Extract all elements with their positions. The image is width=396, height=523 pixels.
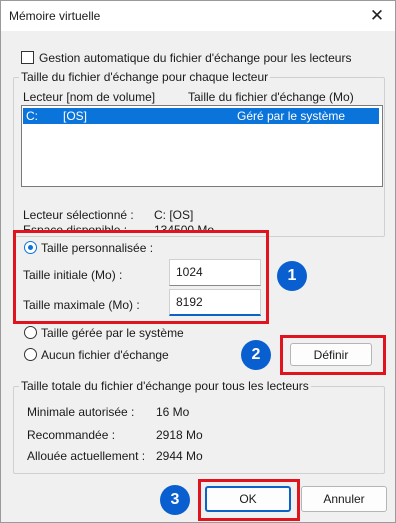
no-paging-file-radio[interactable] — [24, 348, 37, 361]
selected-drive-label: Lecteur sélectionné : — [23, 208, 134, 222]
close-button[interactable]: ✕ — [365, 4, 389, 28]
no-paging-file-label[interactable]: Aucun fichier d'échange — [41, 348, 169, 362]
step-badge-1: 1 — [277, 261, 307, 291]
step-badge-2: 2 — [241, 340, 271, 370]
column-header-drive: Lecteur [nom de volume] — [23, 90, 156, 104]
set-button[interactable]: Définir — [290, 343, 372, 366]
system-managed-radio[interactable] — [24, 326, 37, 339]
selected-drive-value: C: [OS] — [154, 208, 194, 222]
title-bar: Mémoire virtuelle ✕ — [1, 1, 395, 31]
allocated-value: 2944 Mo — [156, 449, 203, 463]
space-available-value-row: 134500 Mo — [154, 223, 224, 232]
drive-row-c[interactable]: C: [OS] Géré par le système — [23, 108, 379, 124]
max-size-label: Taille maximale (Mo) : — [23, 298, 140, 312]
recommended-label: Recommandée : — [27, 428, 116, 442]
max-size-input[interactable]: 8192 — [169, 289, 261, 316]
initial-size-value: 1024 — [176, 265, 203, 279]
recommended-value: 2918 Mo — [156, 428, 203, 442]
per-drive-group-title: Taille du fichier d'échange pour chaque … — [19, 70, 271, 84]
cancel-button-label: Annuler — [323, 492, 365, 506]
drive-volume: [OS] — [63, 109, 88, 123]
virtual-memory-dialog: Mémoire virtuelle ✕ Gestion automatique … — [0, 0, 396, 523]
drive-letter: C: — [26, 109, 38, 123]
drives-list[interactable]: C: [OS] Géré par le système — [21, 105, 383, 187]
initial-size-label: Taille initiale (Mo) : — [23, 268, 123, 282]
initial-size-input[interactable]: 1024 — [169, 259, 261, 286]
auto-manage-label[interactable]: Gestion automatique du fichier d'échange… — [39, 51, 351, 65]
cancel-button[interactable]: Annuler — [301, 486, 387, 512]
close-icon: ✕ — [369, 6, 385, 25]
window-title: Mémoire virtuelle — [9, 9, 101, 23]
system-managed-label[interactable]: Taille gérée par le système — [41, 326, 184, 340]
auto-manage-checkbox[interactable] — [21, 51, 34, 64]
max-size-value: 8192 — [176, 295, 203, 309]
space-available-row: Espace disponible : — [23, 223, 143, 232]
set-button-label: Définir — [313, 347, 349, 362]
custom-size-radio[interactable] — [24, 241, 37, 254]
column-header-size: Taille du fichier d'échange (Mo) — [188, 90, 354, 104]
min-allowed-value: 16 Mo — [156, 405, 190, 419]
step-badge-3: 3 — [160, 485, 190, 515]
allocated-label: Allouée actuellement : — [27, 449, 146, 463]
ok-button[interactable]: OK — [205, 486, 291, 512]
totals-group-title: Taille totale du fichier d'échange pour … — [19, 379, 311, 393]
drive-page-size: Géré par le système — [237, 109, 346, 123]
min-allowed-label: Minimale autorisée : — [27, 405, 135, 419]
space-available-value: 134500 Mo — [154, 223, 215, 232]
custom-size-label[interactable]: Taille personnalisée : — [41, 241, 153, 255]
ok-button-label: OK — [239, 492, 257, 506]
space-available-label: Espace disponible : — [23, 223, 128, 232]
